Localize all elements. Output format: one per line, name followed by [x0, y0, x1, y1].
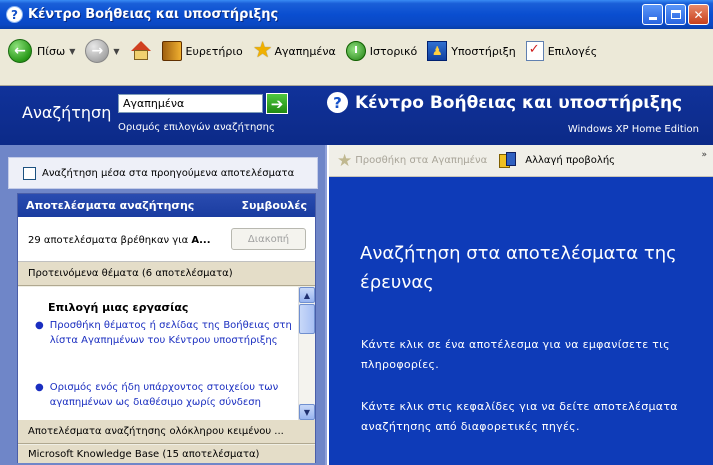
index-button[interactable]: Ευρετήριο [161, 41, 243, 61]
help-center-logo-icon: ? [327, 92, 348, 113]
more-chevron-icon[interactable]: » [701, 150, 707, 160]
options-label: Επιλογές [547, 44, 598, 58]
home-icon [130, 40, 152, 62]
results-count-prefix: 29 αποτελέσματα βρέθηκαν για [28, 235, 192, 246]
search-band: Αναζήτηση Αγαπημένα ➔ Ορισμός επιλογών α… [0, 86, 713, 145]
search-results-pane: Αναζήτηση μέσα στα προηγούμενα αποτελέσμ… [0, 145, 327, 465]
results-count-query: Α... [191, 235, 211, 246]
window-controls: ✕ [642, 4, 709, 25]
minimize-button[interactable] [642, 4, 663, 25]
content-paragraph-1: Κάντε κλικ σε ένα αποτέλεσμα για να εμφα… [361, 338, 670, 371]
support-label: Υποστήριξη [451, 44, 516, 58]
history-clock-icon [345, 41, 366, 61]
list-item[interactable]: ● Ορισμός ενός ήδη υπάρχοντος στοιχείου … [35, 380, 293, 416]
full-text-results-header[interactable]: Αποτελέσματα αναζήτησης ολόκληρου κειμέν… [18, 420, 315, 444]
tips-link[interactable]: Συμβουλές [241, 199, 307, 212]
options-checklist-icon [525, 41, 544, 61]
window-title: Κέντρο Βοήθειας και υποστήριξης [28, 7, 279, 22]
scroll-down-icon[interactable]: ▼ [299, 404, 315, 420]
change-view-icon [499, 151, 517, 170]
index-book-icon [161, 41, 182, 61]
results-header-title: Αποτελέσματα αναζήτησης [26, 199, 195, 212]
forward-button[interactable]: → ▼ [85, 39, 120, 63]
knowledge-base-header[interactable]: Microsoft Knowledge Base (15 αποτελέσματ… [18, 445, 315, 463]
back-label: Πίσω [37, 44, 66, 58]
search-go-button[interactable]: ➔ [266, 93, 288, 114]
results-count: 29 αποτελέσματα βρέθηκαν για Α... [28, 235, 211, 246]
title-bar: ? Κέντρο Βοήθειας και υποστήριξης ✕ [0, 0, 713, 29]
content-toolbar: ★ Προσθήκη στα Αγαπημένα Αλλαγή προβολής… [329, 145, 713, 177]
scroll-thumb[interactable] [299, 304, 315, 334]
back-arrow-icon: ← [8, 39, 32, 63]
list-item[interactable]: ● Προσθήκη θέματος ή σελίδας της Βοήθεια… [35, 318, 293, 348]
back-dropdown-icon[interactable]: ▼ [69, 47, 75, 56]
maximize-button[interactable] [665, 4, 686, 25]
maximize-icon [670, 10, 681, 19]
results-header: Αποτελέσματα αναζήτησης Συμβουλές [18, 194, 315, 217]
favorites-star-icon: ★ [252, 38, 273, 63]
go-arrow-icon: ➔ [270, 94, 284, 113]
favorites-button[interactable]: ★ Αγαπημένα [253, 40, 336, 62]
search-previous-checkbox[interactable] [23, 166, 36, 180]
options-button[interactable]: Επιλογές [525, 41, 598, 61]
help-center-icon: ? [6, 6, 23, 23]
content-heading: Αναζήτηση στα αποτελέσματα της έρευνας [360, 243, 677, 293]
topics-scrollbar[interactable]: ▲ ▼ [298, 287, 315, 420]
search-label: Αναζήτηση [22, 103, 112, 122]
results-count-row: 29 αποτελέσματα βρέθηκαν για Α... Διακοπ… [18, 217, 315, 262]
forward-dropdown-icon[interactable]: ▼ [113, 47, 119, 56]
help-center-header: ? Κέντρο Βοήθειας και υποστήριξης [327, 92, 682, 113]
page-title: Κέντρο Βοήθειας και υποστήριξης [355, 92, 683, 113]
suggested-topics-list: Επιλογή μιας εργασίας ● Προσθήκη θέματος… [18, 287, 315, 420]
results-panel: Αποτελέσματα αναζήτησης Συμβουλές 29 απο… [17, 193, 316, 463]
add-to-favorites-button[interactable]: Προσθήκη στα Αγαπημένα [355, 155, 487, 166]
content-paragraph-2: Κάντε κλικ στις κεφαλίδες για να δείτε α… [361, 400, 678, 433]
home-button[interactable] [130, 40, 152, 62]
close-icon: ✕ [693, 7, 704, 22]
back-button[interactable]: ← Πίσω ▼ [8, 39, 75, 63]
support-button[interactable]: ♟ Υποστήριξη [427, 41, 516, 61]
add-favorites-star-icon: ★ [337, 150, 353, 171]
close-button[interactable]: ✕ [688, 4, 709, 25]
toolbar: ← Πίσω ▼ → ▼ Ευρετήριο ★ Αγαπημένα Ιστορ… [0, 29, 713, 86]
toolbar-row: ← Πίσω ▼ → ▼ Ευρετήριο ★ Αγαπημένα Ιστορ… [0, 29, 713, 73]
history-button[interactable]: Ιστορικό [345, 41, 418, 61]
stop-button[interactable]: Διακοπή [231, 228, 306, 250]
support-people-icon: ♟ [427, 41, 448, 61]
favorites-label: Αγαπημένα [274, 44, 336, 58]
scroll-up-icon[interactable]: ▲ [299, 287, 315, 303]
search-input[interactable]: Αγαπημένα [118, 94, 263, 113]
topic-link[interactable]: Προσθήκη θέματος ή σελίδας της Βοήθειας … [50, 318, 293, 348]
bullet-icon: ● [35, 320, 44, 331]
search-previous-results-option[interactable]: Αναζήτηση μέσα στα προηγούμενα αποτελέσμ… [8, 157, 318, 189]
forward-arrow-icon: → [85, 39, 110, 63]
history-label: Ιστορικό [369, 44, 418, 58]
search-options-link[interactable]: Ορισμός επιλογών αναζήτησης [118, 122, 275, 133]
change-view-button[interactable]: Αλλαγή προβολής [525, 155, 615, 166]
suggested-topics-header[interactable]: Προτεινόμενα θέματα (6 αποτελέσματα) [18, 262, 315, 286]
content-pane: ★ Προσθήκη στα Αγαπημένα Αλλαγή προβολής… [329, 145, 713, 465]
index-label: Ευρετήριο [185, 44, 243, 58]
search-previous-label: Αναζήτηση μέσα στα προηγούμενα αποτελέσμ… [42, 167, 295, 179]
topic-link[interactable]: Ορισμός ενός ήδη υπάρχοντος στοιχείου τω… [50, 380, 293, 416]
bullet-icon: ● [35, 382, 44, 393]
minimize-icon [648, 17, 657, 20]
task-heading: Επιλογή μιας εργασίας [48, 301, 189, 314]
edition-label: Windows XP Home Edition [567, 124, 699, 135]
